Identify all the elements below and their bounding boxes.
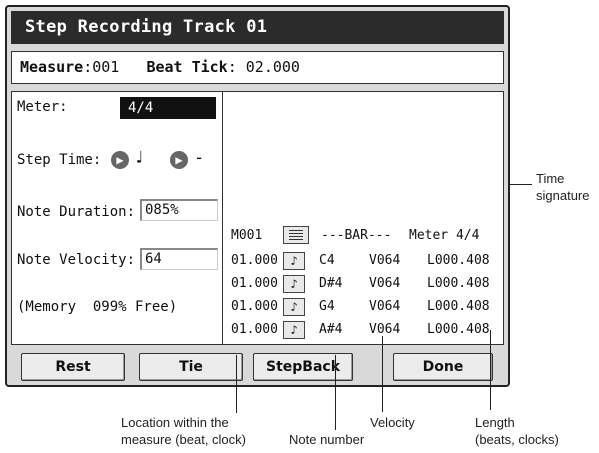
note-velocity-label: Note Velocity: (17, 252, 136, 268)
meter-field[interactable]: 4/4 (120, 97, 216, 119)
event-length: L000.408 (427, 276, 490, 291)
event-location: 01.000 (231, 253, 278, 268)
event-velocity: V064 (369, 299, 401, 314)
event-length: L000.408 (427, 253, 490, 268)
callout-line-velocity (382, 336, 383, 412)
event-velocity: V064 (369, 276, 401, 291)
event-note: G4 (319, 299, 335, 314)
chevron-right-icon[interactable]: ▶ (111, 151, 129, 169)
callout-line-note-number (335, 355, 336, 430)
beat-tick-value: : 02.000 (227, 58, 300, 76)
eighth-note-icon[interactable]: ♪ (283, 252, 305, 270)
note-velocity-field[interactable]: 64 (140, 248, 218, 270)
callout-line-location (236, 355, 237, 413)
step-time-modifier[interactable]: - (194, 148, 204, 168)
event-header-bar: ---BAR--- (321, 228, 392, 243)
callout-location: Location within the measure (beat, clock… (121, 415, 246, 447)
event-note: D#4 (319, 276, 343, 291)
event-list-panel: M001 ---BAR--- Meter 4/4 01.000 ♪ C4 V06… (223, 91, 504, 345)
event-length: L000.408 (427, 299, 490, 314)
memory-status: (Memory 099% Free) (17, 299, 178, 315)
event-length: L000.408 (427, 322, 490, 337)
event-location: 01.000 (231, 322, 278, 337)
done-button[interactable]: Done (393, 353, 493, 381)
callout-line-length (490, 330, 491, 410)
callout-velocity: Velocity (370, 415, 415, 430)
step-time-label: Step Time: (17, 152, 102, 168)
step-time-note[interactable]: ♩ (134, 148, 144, 168)
measure-bar: Measure:001 Beat Tick: 02.000 (11, 51, 504, 84)
event-row[interactable]: 01.000 ♪ G4 V064 L000.408 (231, 297, 499, 319)
measure-value: :001 (83, 58, 120, 76)
callout-note-number: Note number (289, 432, 365, 447)
tie-button[interactable]: Tie (139, 353, 243, 381)
beat-tick-label: Beat Tick (146, 58, 228, 76)
event-velocity: V064 (369, 322, 401, 337)
eighth-note-icon[interactable]: ♪ (283, 321, 305, 339)
step-recording-screen: Step Recording Track 01 Measure:001 Beat… (5, 5, 510, 387)
event-velocity: V064 (369, 253, 401, 268)
event-location: 01.000 (231, 299, 278, 314)
event-location: 01.000 (231, 276, 278, 291)
eighth-note-icon[interactable]: ♪ (283, 275, 305, 293)
eighth-note-icon[interactable]: ♪ (283, 298, 305, 316)
parameter-panel: Meter: 4/4 Step Time: ▶ ♩ ▶ - Note Durat… (11, 91, 223, 345)
event-note: C4 (319, 253, 335, 268)
event-row[interactable]: 01.000 ♪ A#4 V064 L000.408 (231, 320, 499, 342)
note-duration-label: Note Duration: (17, 204, 136, 220)
event-header-measure: M001 (231, 228, 263, 243)
measure-label: Measure (20, 58, 84, 76)
event-row[interactable]: 01.000 ♪ C4 V064 L000.408 (231, 251, 499, 273)
rest-button[interactable]: Rest (21, 353, 125, 381)
callout-time-signature: Time signature (536, 171, 590, 203)
window-title: Step Recording Track 01 (11, 11, 504, 44)
stepback-button[interactable]: StepBack (253, 353, 353, 381)
chevron-right-icon[interactable]: ▶ (170, 151, 188, 169)
event-header-meter: Meter 4/4 (409, 228, 480, 243)
meter-label: Meter: (17, 99, 68, 115)
note-duration-field[interactable]: 085% (140, 199, 218, 221)
callout-line-time-signature (508, 184, 532, 185)
list-icon[interactable] (283, 226, 309, 244)
callout-length: Length (beats, clocks) (475, 415, 559, 447)
event-row[interactable]: 01.000 ♪ D#4 V064 L000.408 (231, 274, 499, 296)
event-note: A#4 (319, 322, 343, 337)
